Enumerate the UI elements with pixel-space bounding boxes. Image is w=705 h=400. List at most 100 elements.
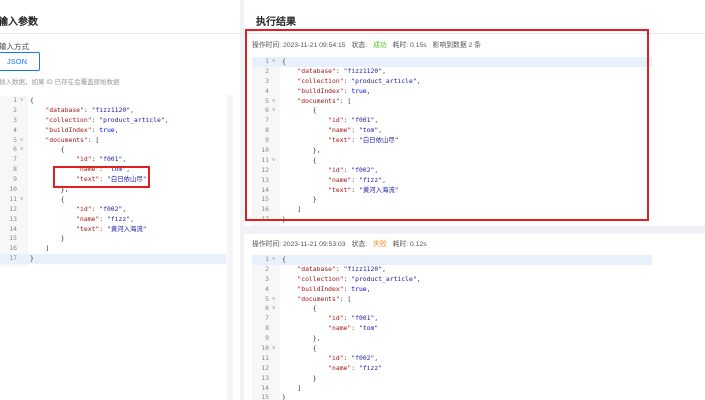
code-line[interactable]: 9 "text": "白日依山尽" bbox=[252, 136, 652, 146]
fold-chevron-icon[interactable]: v bbox=[272, 255, 275, 265]
code-text: "buildIndex": true, bbox=[297, 284, 371, 293]
line-number: 1 bbox=[13, 96, 17, 104]
operation-time: 操作时间: 2023-11-21 09:53:03 bbox=[252, 241, 346, 248]
code-line[interactable]: 1 v { bbox=[252, 255, 652, 265]
line-number: 12 bbox=[9, 204, 17, 213]
code-line[interactable]: 17} bbox=[252, 215, 652, 225]
code-line[interactable]: 7 "id": "f001", bbox=[0, 155, 226, 165]
code-text: "text": "黄河入海流" bbox=[328, 185, 399, 194]
fold-chevron-icon[interactable]: v bbox=[272, 295, 275, 305]
result-json-viewer-1[interactable]: 1 v{2 "database": "fizz1120", 3 "collectio… bbox=[252, 57, 652, 227]
code-line[interactable]: 3 "collection": "product_article", bbox=[0, 116, 226, 126]
code-text: "collection": "product_article", bbox=[297, 274, 421, 283]
results-panel: 执行结果 操作时间: 2023-11-21 09:54:15 状态: 成功 耗时: 0… bbox=[244, 0, 705, 400]
code-line[interactable]: 14 "text": "黄河入海流" bbox=[0, 225, 226, 235]
code-text: { bbox=[30, 194, 65, 203]
code-line[interactable]: 6v { bbox=[252, 106, 652, 116]
code-line[interactable]: 10 }, bbox=[0, 185, 226, 195]
code-text: "id": "f001", bbox=[328, 314, 379, 323]
code-text: "name": "fizz", bbox=[76, 214, 134, 223]
input-json-editor[interactable]: 1 v{2 "database": "fizz1120", 3 "collectio… bbox=[0, 96, 226, 266]
code-line[interactable]: 2 "database": "fizz1120", bbox=[252, 67, 652, 77]
code-line[interactable]: 14 ] bbox=[252, 384, 652, 394]
code-text: { bbox=[282, 57, 286, 65]
code-line[interactable]: 4 "buildIndex": true, bbox=[0, 126, 226, 136]
code-text: { bbox=[282, 304, 317, 313]
code-text: "text": "白日依山尽" bbox=[328, 136, 399, 145]
code-line[interactable]: 6v { bbox=[252, 304, 652, 314]
code-line[interactable]: 3 "collection": "product_article", bbox=[252, 275, 652, 285]
code-line[interactable]: 8 "name": "tom", bbox=[0, 165, 226, 175]
code-line[interactable]: 13 "name": "fizz", bbox=[252, 176, 652, 186]
code-line[interactable]: 2 "database": "fizz1120", bbox=[252, 265, 652, 275]
code-line[interactable]: 7 "id": "f001", bbox=[252, 116, 652, 126]
code-line[interactable]: 8 "name": "tom", bbox=[252, 126, 652, 136]
code-line[interactable]: 8 "name": "tom" bbox=[252, 324, 652, 334]
code-line[interactable]: 1 v { bbox=[0, 96, 226, 106]
code-line[interactable]: 5v "documents": [ bbox=[252, 295, 652, 305]
result-json-viewer-2[interactable]: 1 v{2 "database": "fizz1120", 3 "collectio… bbox=[252, 255, 652, 400]
code-line[interactable]: 10 v { bbox=[252, 344, 652, 354]
line-number: 12 bbox=[261, 363, 269, 372]
line-number: 11 bbox=[9, 194, 17, 203]
code-line[interactable]: 16 ] bbox=[252, 205, 652, 215]
code-line[interactable]: 14 "text": "黄河入海流" bbox=[252, 186, 652, 196]
code-line[interactable]: 10 }, bbox=[252, 146, 652, 156]
code-line[interactable]: 5v "documents": [ bbox=[252, 97, 652, 107]
status-prefix: 状态: bbox=[351, 42, 368, 49]
code-line[interactable]: 17} bbox=[0, 254, 226, 265]
code-line[interactable]: 15 } bbox=[252, 195, 652, 205]
editor-scrollbar[interactable] bbox=[227, 95, 233, 400]
fold-chevron-icon[interactable]: v bbox=[272, 57, 275, 67]
line-number: 5 bbox=[265, 96, 269, 105]
line-number: 10 bbox=[9, 185, 17, 194]
fold-chevron-icon[interactable]: v bbox=[20, 96, 23, 106]
fold-chevron-icon[interactable]: v bbox=[272, 97, 275, 107]
code-line[interactable]: 16 ] bbox=[0, 244, 226, 254]
code-line[interactable]: 13 } bbox=[252, 374, 652, 384]
code-line[interactable]: 11 v { bbox=[0, 195, 226, 205]
code-line[interactable]: 13 "name": "fizz", bbox=[0, 215, 226, 225]
fold-chevron-icon[interactable]: v bbox=[20, 195, 23, 205]
title-divider bbox=[0, 33, 240, 34]
code-line[interactable]: 12 "name": "fizz" bbox=[252, 364, 652, 374]
code-text: "collection": "product_article", bbox=[297, 76, 421, 85]
line-number: 1 bbox=[265, 57, 269, 65]
fold-chevron-icon[interactable]: v bbox=[272, 344, 275, 354]
status-badge: 失败 bbox=[373, 241, 387, 248]
line-number: 17 bbox=[261, 215, 269, 224]
code-line[interactable]: 4 "buildIndex": true, bbox=[252, 285, 652, 295]
code-text: { bbox=[282, 155, 317, 164]
code-line[interactable]: 5v "documents": [ bbox=[0, 136, 226, 146]
code-line[interactable]: 3 "collection": "product_article", bbox=[252, 77, 652, 87]
fold-chevron-icon[interactable]: v bbox=[272, 156, 275, 166]
fold-chevron-icon[interactable]: v bbox=[272, 304, 275, 314]
code-line[interactable]: 2 "database": "fizz1120", bbox=[0, 106, 226, 116]
code-line[interactable]: 12 "id": "f002", bbox=[252, 166, 652, 176]
line-number: 14 bbox=[9, 224, 17, 233]
line-number: 6 bbox=[13, 145, 17, 154]
code-line[interactable]: 15} bbox=[252, 393, 652, 400]
code-line[interactable]: 4 "buildIndex": true, bbox=[252, 87, 652, 97]
fold-chevron-icon[interactable]: v bbox=[272, 106, 275, 116]
code-line[interactable]: 15 } bbox=[0, 234, 226, 244]
fold-chevron-icon[interactable]: v bbox=[20, 136, 23, 146]
code-line[interactable]: 6v { bbox=[0, 145, 226, 155]
code-line[interactable]: 9 "text": "白日依山尽" bbox=[0, 175, 226, 185]
operation-time: 操作时间: 2023-11-21 09:54:15 bbox=[252, 42, 346, 49]
code-text: "id": "f001", bbox=[328, 116, 379, 125]
line-number: 5 bbox=[13, 135, 17, 144]
json-mode-button[interactable]: JSON bbox=[0, 52, 40, 71]
line-number: 3 bbox=[265, 76, 269, 85]
code-line[interactable]: 11 "id": "f002", bbox=[252, 354, 652, 364]
line-number: 9 bbox=[265, 334, 269, 343]
code-line[interactable]: 11 v { bbox=[252, 156, 652, 166]
line-number: 4 bbox=[265, 284, 269, 293]
fold-chevron-icon[interactable]: v bbox=[20, 145, 23, 155]
code-line[interactable]: 12 "id": "f002", bbox=[0, 205, 226, 215]
line-number: 2 bbox=[13, 105, 17, 114]
code-line[interactable]: 9 }, bbox=[252, 334, 652, 344]
code-line[interactable]: 1 v { bbox=[252, 57, 652, 67]
code-line[interactable]: 7 "id": "f001", bbox=[252, 314, 652, 324]
code-text: "text": "黄河入海流" bbox=[76, 224, 147, 233]
